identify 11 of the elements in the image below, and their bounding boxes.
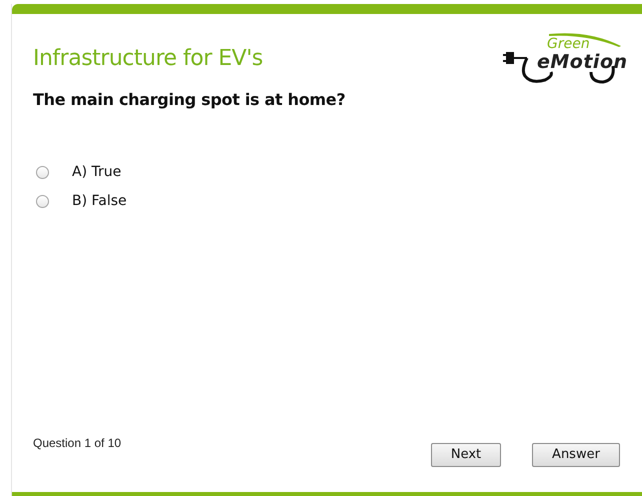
- action-button[interactable]: Next: [431, 443, 501, 467]
- question-text: The main charging spot is at home?: [33, 89, 346, 111]
- radio-button[interactable]: [36, 195, 49, 208]
- action-button[interactable]: Answer: [532, 443, 620, 467]
- option-label: B) False: [72, 192, 127, 211]
- logo-text: eMotion: [537, 53, 628, 72]
- quiz-title: Infrastructure for EV's: [33, 45, 263, 73]
- radio-button[interactable]: [36, 166, 49, 179]
- progress-text: Question 1 of 10: [33, 435, 122, 452]
- option-label: A) True: [72, 163, 122, 182]
- logo-text: Green: [547, 37, 590, 51]
